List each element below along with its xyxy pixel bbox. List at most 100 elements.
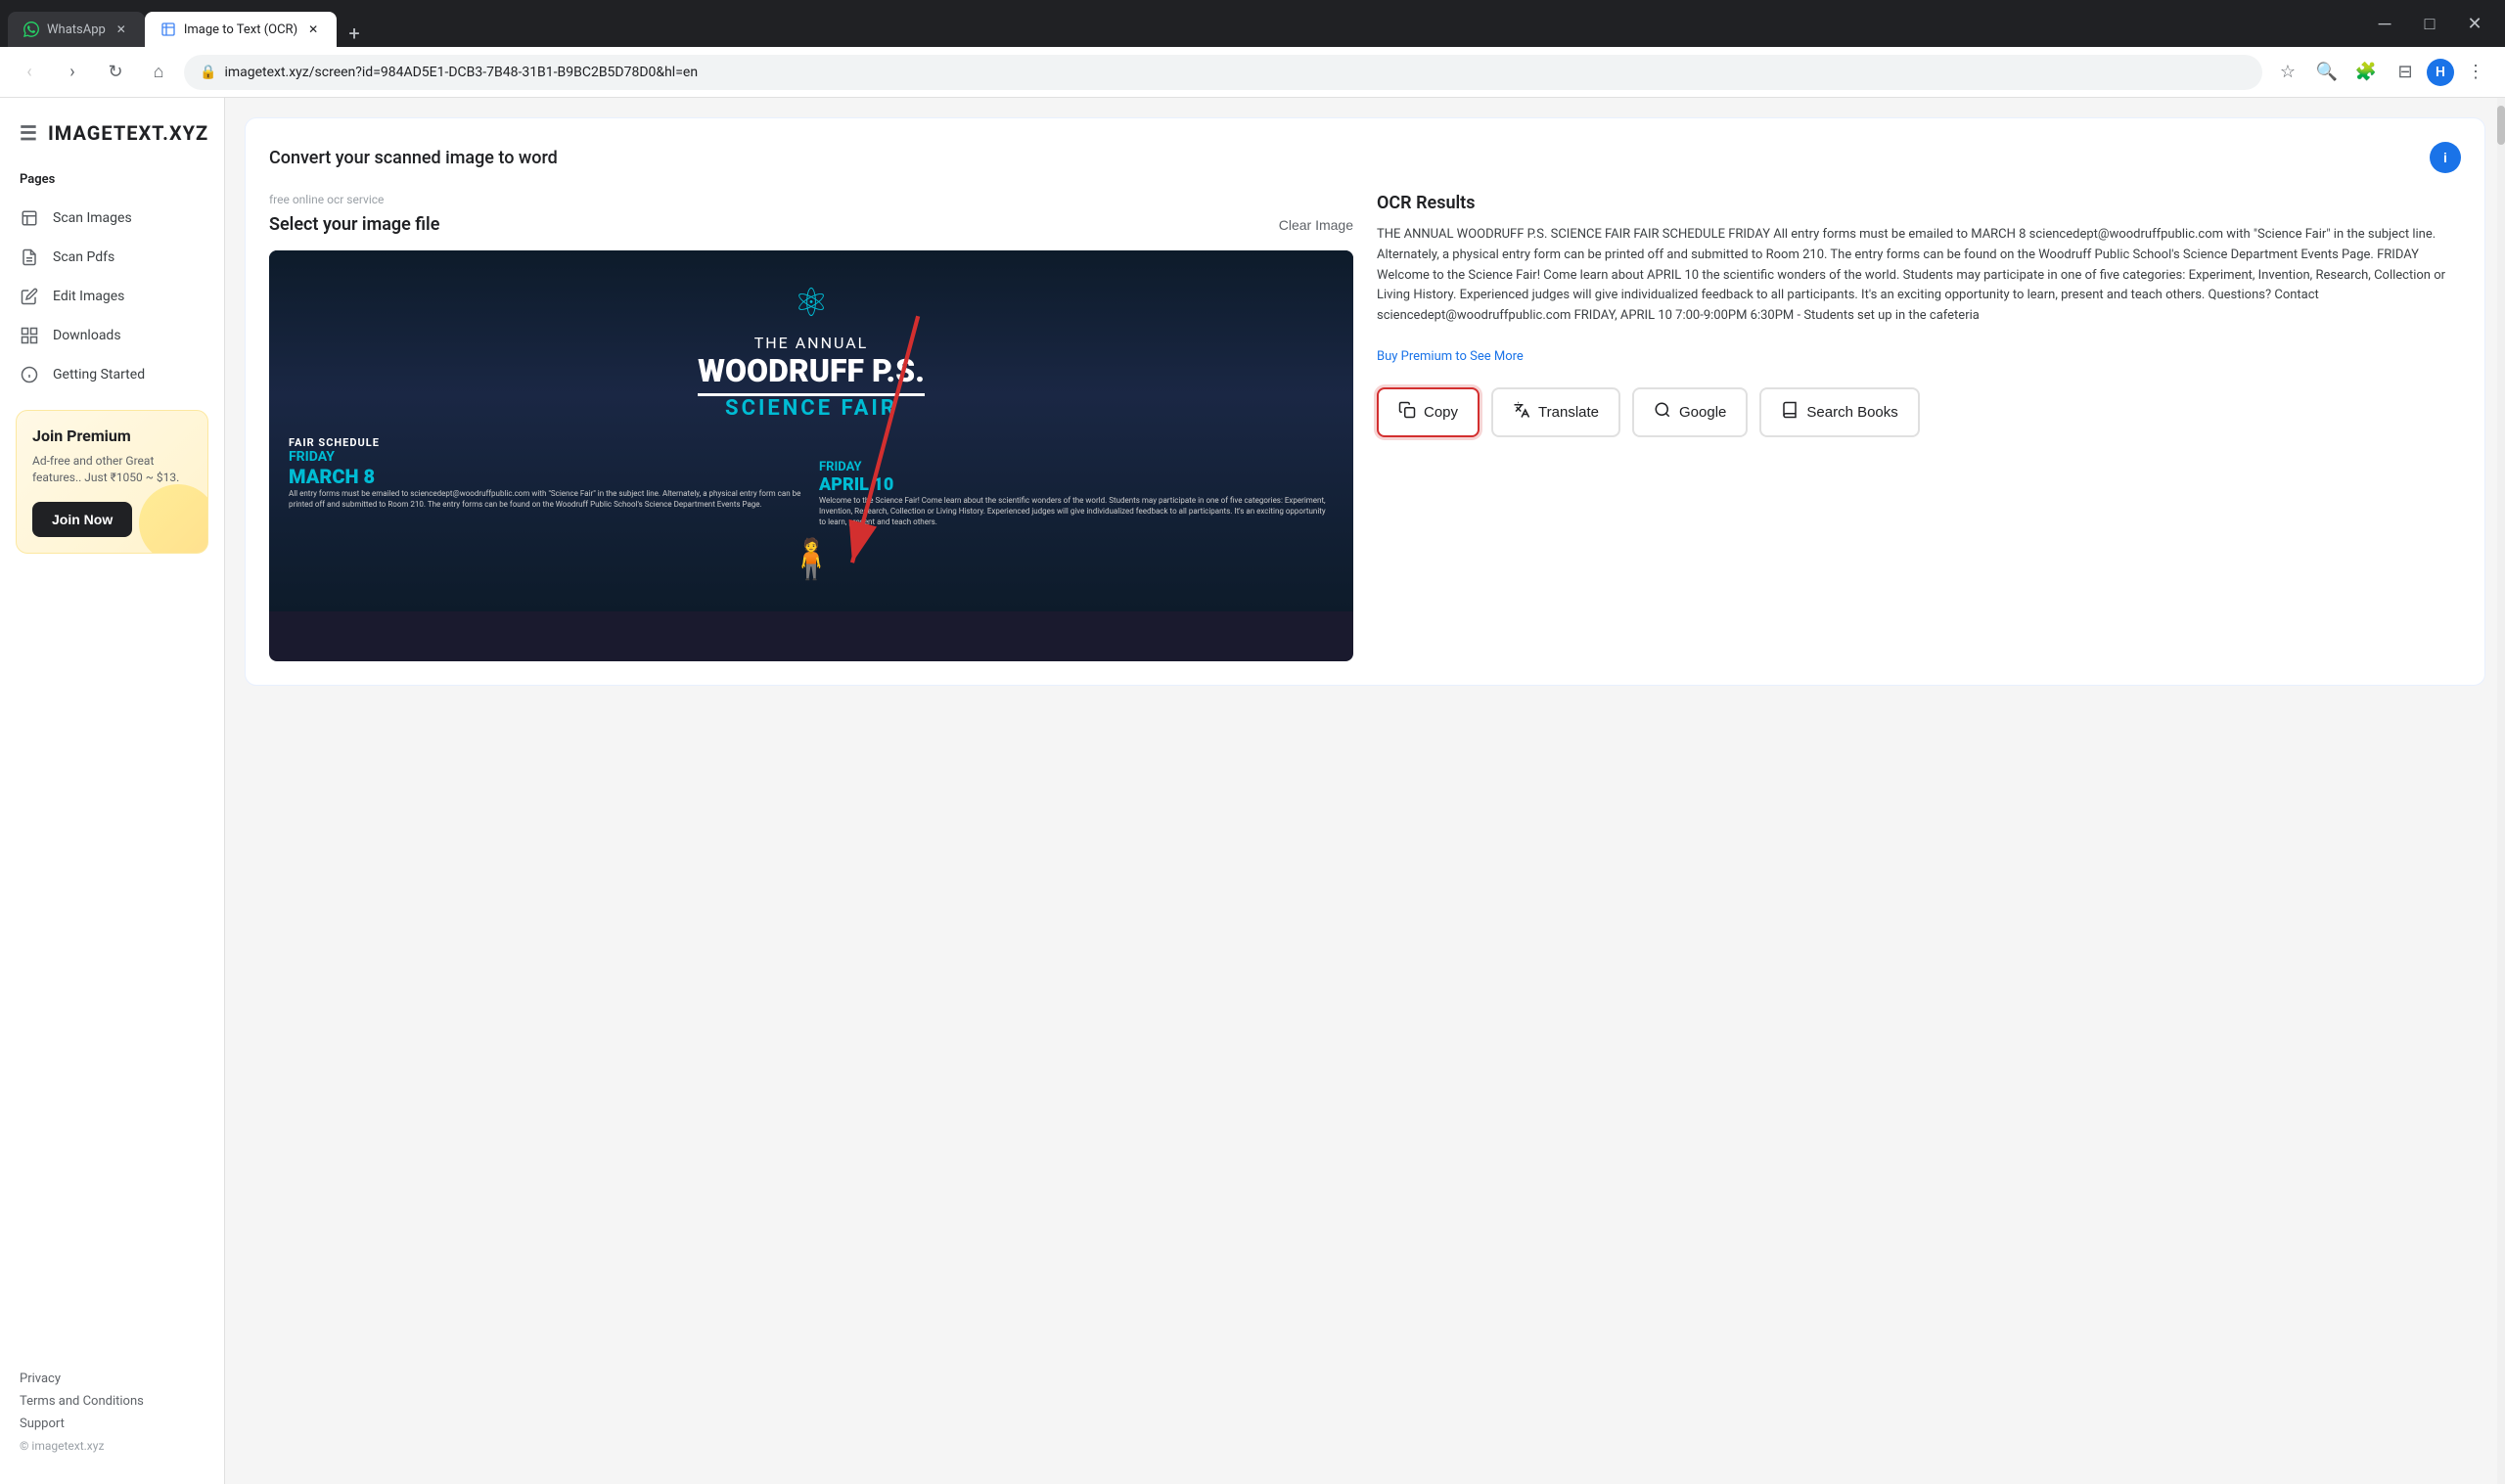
ocr-favicon-icon <box>160 22 176 37</box>
whatsapp-favicon-icon <box>23 22 39 37</box>
toolbar-icons: ☆ 🔍 🧩 ⊟ H ⋮ <box>2270 55 2493 90</box>
fair-schedule-detail1: All entry forms must be emailed to scien… <box>289 488 803 510</box>
site-logo: ☰ IMAGETEXT.XYZ <box>0 113 224 164</box>
premium-description: Ad-free and other Great features.. Just … <box>32 453 192 486</box>
fair-schedule-left: FAIR SCHEDULE FRIDAY MARCH 8 All entry f… <box>289 436 803 528</box>
sidebar-item-scan-images[interactable]: Scan Images <box>0 199 224 238</box>
clear-image-button[interactable]: Clear Image <box>1279 217 1353 233</box>
translate-label: Translate <box>1538 404 1599 421</box>
browser-tabs: WhatsApp ✕ Image to Text (OCR) ✕ + <box>8 0 2362 47</box>
ocr-action-buttons: Copy Translate Google <box>1377 387 2461 437</box>
terms-link[interactable]: Terms and Conditions <box>20 1394 205 1409</box>
premium-box: Join Premium Ad-free and other Great fea… <box>16 410 208 554</box>
search-icon[interactable]: 🔍 <box>2309 55 2345 90</box>
sidebar-item-edit-images[interactable]: Edit Images <box>0 277 224 316</box>
whatsapp-tab-close-icon[interactable]: ✕ <box>114 22 129 37</box>
fair-schedule-right: FRIDAY APRIL 10 Welcome to the Science F… <box>819 436 1334 528</box>
copy-icon <box>1398 401 1416 424</box>
google-label: Google <box>1679 404 1726 421</box>
select-label: Select your image file <box>269 214 439 235</box>
lock-icon: 🔒 <box>200 65 216 80</box>
fair-april-section: FRIDAY APRIL 10 Welcome to the Science F… <box>819 460 1334 528</box>
google-button[interactable]: Google <box>1632 387 1748 437</box>
hamburger-menu-icon[interactable]: ☰ <box>20 121 38 145</box>
premium-title: Join Premium <box>32 427 192 445</box>
logo-text: IMAGETEXT.XYZ <box>48 121 208 145</box>
premium-decoration <box>139 484 208 554</box>
main-layout: ☰ IMAGETEXT.XYZ Pages Scan Images Scan P… <box>0 98 2505 1484</box>
person-silhouette-icon: 🧍 <box>289 536 1334 582</box>
fair-schedule-title: FAIR SCHEDULE <box>289 436 803 449</box>
image-preview: ⚛ THE ANNUAL WOODRUFF P.S. SCIENCE FAIR … <box>269 250 1353 661</box>
search-books-label: Search Books <box>1806 404 1897 421</box>
getting-started-icon <box>20 365 39 384</box>
sidebar-item-getting-started[interactable]: Getting Started <box>0 355 224 394</box>
edit-images-icon <box>20 287 39 306</box>
forward-button[interactable]: › <box>55 55 90 90</box>
service-label: free online ocr service <box>269 193 1353 206</box>
window-controls: ─ □ ✕ <box>2362 0 2497 47</box>
address-bar-row: ‹ › ↻ ⌂ 🔒 imagetext.xyz/screen?id=984AD5… <box>0 47 2505 98</box>
upload-title: Select your image file Clear Image <box>269 214 1353 235</box>
ocr-title: OCR Results <box>1377 193 2461 213</box>
support-link[interactable]: Support <box>20 1417 205 1431</box>
address-input[interactable]: 🔒 imagetext.xyz/screen?id=984AD5E1-DCB3-… <box>184 55 2262 90</box>
scan-images-label: Scan Images <box>53 210 132 226</box>
ocr-tab-label: Image to Text (OCR) <box>184 22 297 37</box>
fair-friday2-text: FRIDAY <box>819 460 1334 474</box>
search-books-button[interactable]: Search Books <box>1759 387 1919 437</box>
tab-whatsapp[interactable]: WhatsApp ✕ <box>8 12 145 47</box>
bookmark-icon[interactable]: ☆ <box>2270 55 2305 90</box>
ocr-tab-close-icon[interactable]: ✕ <box>305 22 321 37</box>
close-button[interactable]: ✕ <box>2452 0 2497 47</box>
scan-pdfs-label: Scan Pdfs <box>53 249 114 265</box>
copy-label: Copy <box>1424 404 1458 421</box>
maximize-button[interactable]: □ <box>2407 0 2452 47</box>
fair-school-text: WOODRUFF P.S. <box>698 352 925 396</box>
profile-avatar[interactable]: H <box>2427 59 2454 86</box>
home-button[interactable]: ⌂ <box>141 55 176 90</box>
atom-icon: ⚛ <box>794 280 829 326</box>
translate-button[interactable]: Translate <box>1491 387 1620 437</box>
copy-button[interactable]: Copy <box>1377 387 1480 437</box>
downloads-icon <box>20 326 39 345</box>
more-options-icon[interactable]: ⋮ <box>2458 55 2493 90</box>
science-fair-image: ⚛ THE ANNUAL WOODRUFF P.S. SCIENCE FAIR … <box>269 250 1353 611</box>
fair-friday1-text: FRIDAY <box>289 449 803 465</box>
refresh-button[interactable]: ↻ <box>98 55 133 90</box>
main-content-card: Convert your scanned image to word i fre… <box>245 117 2485 686</box>
content-area: Convert your scanned image to word i fre… <box>225 98 2505 1484</box>
downloads-label: Downloads <box>53 328 121 343</box>
buy-premium-link[interactable]: Buy Premium to See More <box>1377 349 1524 364</box>
page-title: Convert your scanned image to word <box>269 148 558 168</box>
extensions-icon[interactable]: 🧩 <box>2348 55 2384 90</box>
pages-section-title: Pages <box>0 164 224 199</box>
minimize-button[interactable]: ─ <box>2362 0 2407 47</box>
fair-annual-text: THE ANNUAL <box>754 334 869 352</box>
sidebar: ☰ IMAGETEXT.XYZ Pages Scan Images Scan P… <box>0 98 225 1484</box>
new-tab-button[interactable]: + <box>341 20 368 47</box>
browser-menu-icon[interactable]: ⊟ <box>2388 55 2423 90</box>
browser-chrome: WhatsApp ✕ Image to Text (OCR) ✕ + ─ □ ✕ <box>0 0 2505 47</box>
whatsapp-tab-label: WhatsApp <box>47 22 106 37</box>
sidebar-item-downloads[interactable]: Downloads <box>0 316 224 355</box>
ocr-extracted-text: THE ANNUAL WOODRUFF P.S. SCIENCE FAIR FA… <box>1377 227 2445 323</box>
scan-pdfs-icon <box>20 247 39 267</box>
ocr-section: OCR Results THE ANNUAL WOODRUFF P.S. SCI… <box>1377 193 2461 661</box>
scrollbar[interactable] <box>2497 98 2505 1484</box>
back-button[interactable]: ‹ <box>12 55 47 90</box>
info-button[interactable]: i <box>2430 142 2461 173</box>
getting-started-label: Getting Started <box>53 367 145 382</box>
address-text: imagetext.xyz/screen?id=984AD5E1-DCB3-7B… <box>224 65 2247 80</box>
scrollbar-thumb[interactable] <box>2497 106 2505 145</box>
join-now-button[interactable]: Join Now <box>32 502 132 537</box>
tab-ocr[interactable]: Image to Text (OCR) ✕ <box>145 12 337 47</box>
ocr-text-content: THE ANNUAL WOODRUFF P.S. SCIENCE FAIR FA… <box>1377 225 2461 368</box>
google-icon <box>1654 401 1671 424</box>
edit-images-label: Edit Images <box>53 289 124 304</box>
sidebar-item-scan-pdfs[interactable]: Scan Pdfs <box>0 238 224 277</box>
fair-schedule-detail2: Welcome to the Science Fair! Come learn … <box>819 495 1334 528</box>
fair-schedule-section: FAIR SCHEDULE FRIDAY MARCH 8 All entry f… <box>289 436 1334 528</box>
privacy-link[interactable]: Privacy <box>20 1372 205 1386</box>
translate-icon <box>1513 401 1530 424</box>
